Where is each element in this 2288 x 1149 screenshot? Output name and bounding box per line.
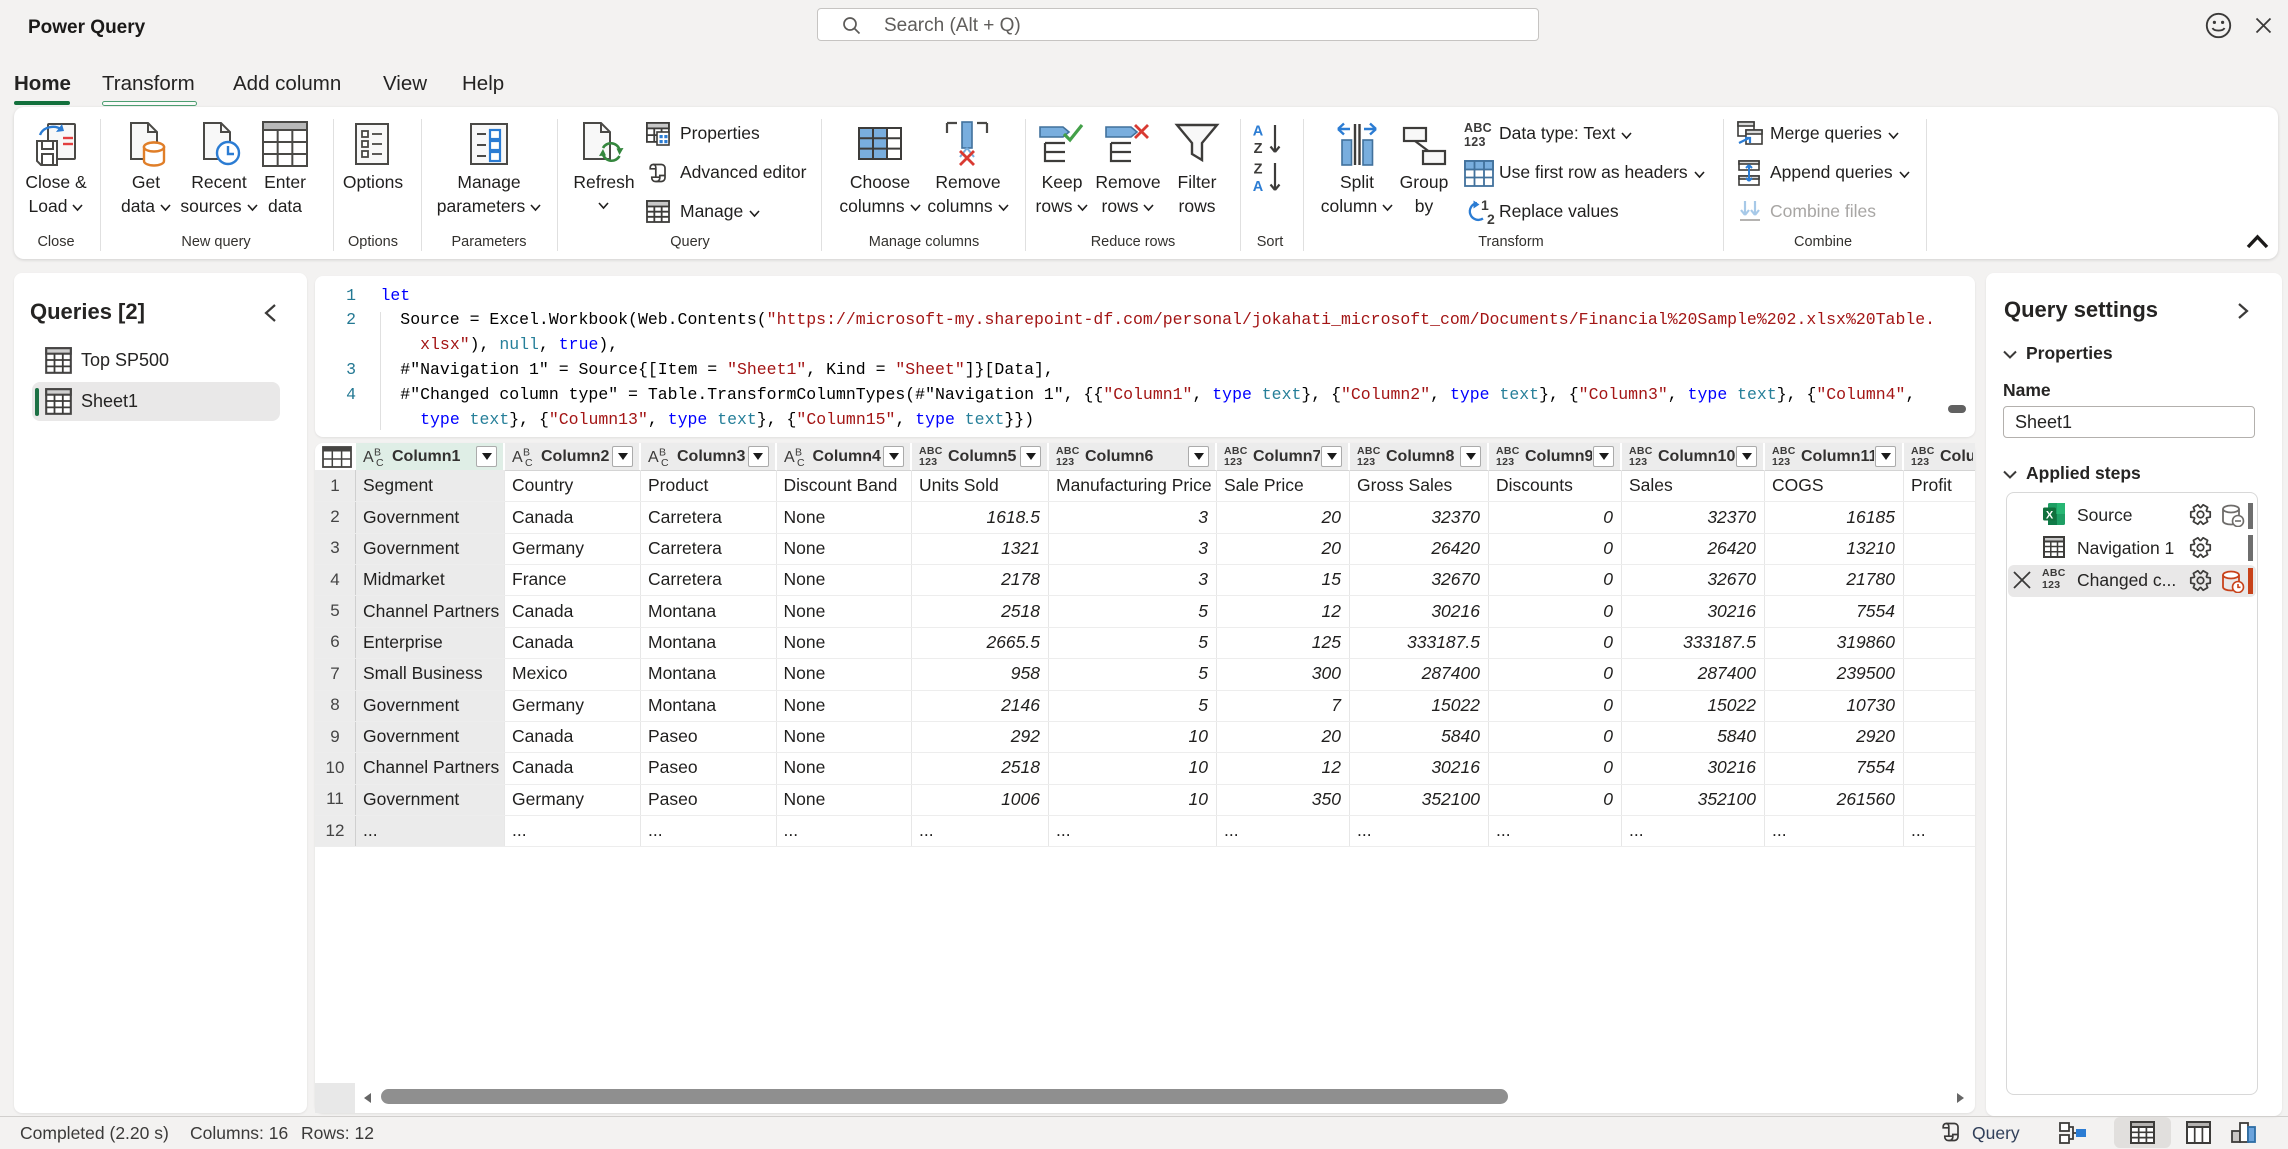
svg-text:X: X bbox=[2046, 510, 2054, 522]
svg-text:A: A bbox=[1253, 179, 1264, 194]
svg-text:C: C bbox=[661, 457, 669, 468]
svg-text:A: A bbox=[648, 449, 659, 466]
svg-text:A: A bbox=[784, 449, 795, 466]
svg-text:Z: Z bbox=[1254, 141, 1263, 156]
svg-text:A: A bbox=[363, 449, 374, 466]
svg-text:C: C bbox=[797, 457, 805, 468]
svg-text:A: A bbox=[1253, 124, 1264, 140]
svg-text:C: C bbox=[525, 457, 533, 468]
svg-text:A: A bbox=[512, 449, 523, 466]
svg-text:C: C bbox=[376, 457, 384, 468]
svg-text:Z: Z bbox=[1254, 162, 1263, 178]
svg-text:2: 2 bbox=[1487, 211, 1495, 226]
